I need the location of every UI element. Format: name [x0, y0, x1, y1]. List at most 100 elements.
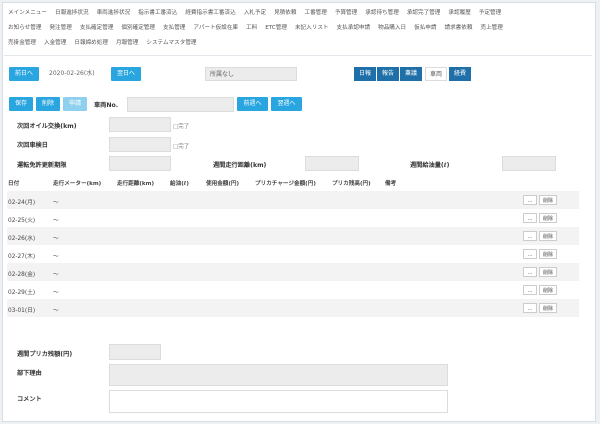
menu-item[interactable]: 支払管理: [159, 23, 189, 31]
return-reason-field[interactable]: [109, 364, 448, 386]
row-delete-button[interactable]: 削除: [539, 195, 557, 205]
menu-item[interactable]: 未記入リスト: [291, 23, 333, 31]
menu-item[interactable]: 承認履歴: [444, 8, 474, 16]
menu-item[interactable]: 入札予定: [240, 8, 270, 16]
prev-day-button[interactable]: 前日へ: [9, 67, 39, 81]
table-row: 02-29(土) 〜 ... 削除: [7, 281, 579, 299]
tab-report[interactable]: 報告: [377, 67, 399, 81]
menu-item[interactable]: お知らせ管理: [4, 23, 45, 31]
col-balance: プリカ残高(円): [332, 181, 371, 187]
menu-item[interactable]: システムマスタ管理: [142, 38, 200, 46]
row-meter[interactable]: 〜: [53, 251, 59, 260]
row-meter[interactable]: 〜: [53, 197, 59, 206]
row-meter[interactable]: 〜: [53, 305, 59, 314]
oil-change-done-checkbox[interactable]: □完了: [173, 122, 189, 130]
row-meter[interactable]: 〜: [53, 287, 59, 296]
col-amount: 使用金額(円): [206, 181, 240, 187]
apply-button[interactable]: 申請: [63, 97, 87, 111]
menu-item[interactable]: 支払確定管理: [76, 23, 118, 31]
row-detail-button[interactable]: ...: [523, 303, 537, 313]
row-meter[interactable]: 〜: [53, 215, 59, 224]
row-detail-button[interactable]: ...: [523, 231, 537, 241]
affiliation-field[interactable]: 所属なし: [205, 67, 297, 81]
row-detail-button[interactable]: ...: [523, 285, 537, 295]
menu-item[interactable]: 承認完了管理: [403, 8, 445, 16]
menu-item[interactable]: 支払承認申請: [333, 23, 375, 31]
table-row: 02-27(木) 〜 ... 削除: [7, 245, 579, 263]
row-date: 02-26(水): [8, 236, 36, 242]
row-delete-button[interactable]: 削除: [539, 267, 557, 277]
weekly-balance-label: 週間プリカ残額(円): [17, 351, 73, 358]
inspection-field[interactable]: [109, 137, 171, 152]
menu-item[interactable]: アパート仮設在庫: [189, 23, 242, 31]
row-date: 02-25(火): [8, 218, 36, 224]
weekly-distance-field: [305, 156, 359, 171]
vehicle-no-field[interactable]: [127, 97, 234, 112]
row-detail-button[interactable]: ...: [523, 195, 537, 205]
row-delete-button[interactable]: 削除: [539, 303, 557, 313]
col-charge: プリカチャージ金額(円): [255, 181, 316, 187]
row-detail-button[interactable]: ...: [523, 267, 537, 277]
oil-change-label: 次回オイル交換(km): [17, 123, 77, 130]
next-day-button[interactable]: 翌日へ: [111, 67, 141, 81]
delete-button[interactable]: 削除: [36, 97, 60, 111]
menu-item[interactable]: 予定管理: [475, 8, 505, 16]
date-field[interactable]: 2020-02-26(水): [45, 67, 109, 81]
table-row: 02-26(水) 〜 ... 削除: [7, 227, 579, 245]
row-date: 02-29(土): [8, 290, 36, 296]
comment-field[interactable]: [109, 390, 448, 413]
menu-item[interactable]: 見積依頼: [270, 8, 300, 16]
menu-item[interactable]: メインメニュー: [4, 8, 51, 16]
table-row: 02-24(月) 〜 ... 削除: [7, 191, 579, 209]
table-header: 日付 走行メーター(km) 走行距離(km) 給油(ℓ) 使用金額(円) プリカ…: [7, 176, 579, 191]
menu-item[interactable]: 物品購入日: [374, 23, 410, 31]
tab-approval[interactable]: 稟議: [400, 67, 422, 81]
license-field[interactable]: [109, 156, 171, 171]
tab-expense[interactable]: 経費: [449, 67, 471, 81]
menu-item[interactable]: 車両進捗状況: [93, 8, 135, 16]
return-reason-label: 部下理由: [17, 370, 42, 377]
row-delete-button[interactable]: 削除: [539, 249, 557, 259]
menu-item[interactable]: 個別確定管理: [117, 23, 159, 31]
menu-item[interactable]: 指示書工番済込: [134, 8, 181, 16]
row-date: 03-01(日): [8, 308, 36, 314]
menu-item[interactable]: 日報進捗状況: [51, 8, 93, 16]
weekly-fuel-label: 週間給油量(ℓ): [410, 162, 450, 169]
save-button[interactable]: 保存: [9, 97, 33, 111]
menu-item[interactable]: 月報管理: [112, 38, 142, 46]
next-week-button[interactable]: 翌週へ: [271, 97, 302, 111]
menu-item[interactable]: 工番管理: [300, 8, 330, 16]
row-delete-button[interactable]: 削除: [539, 213, 557, 223]
menu-item[interactable]: 発注管理: [45, 23, 75, 31]
vehicle-no-label: 車両No.: [94, 102, 119, 109]
row-detail-button[interactable]: ...: [523, 213, 537, 223]
menu-item[interactable]: 請求書依頼: [440, 23, 476, 31]
menu-item[interactable]: 入金管理: [40, 38, 70, 46]
table-row: 02-25(火) 〜 ... 削除: [7, 209, 579, 227]
menu-item[interactable]: ETC管理: [261, 23, 291, 31]
menu-item[interactable]: 売上管理: [476, 23, 506, 31]
menu-item[interactable]: 工料: [242, 23, 261, 31]
menu-item[interactable]: 売掛金管理: [4, 38, 40, 46]
col-meter: 走行メーター(km): [53, 181, 102, 187]
tab-vehicle[interactable]: 車両: [425, 67, 447, 81]
row-meter[interactable]: 〜: [53, 269, 59, 278]
row-delete-button[interactable]: 削除: [539, 231, 557, 241]
menu-item[interactable]: 予算管理: [331, 8, 361, 16]
menu-item[interactable]: 承認待ち管理: [361, 8, 403, 16]
row-detail-button[interactable]: ...: [523, 249, 537, 259]
inspection-done-checkbox[interactable]: □完了: [173, 142, 189, 150]
oil-change-field[interactable]: [109, 117, 171, 132]
main-menu: メインメニュー 日報進捗状況 車両進捗状況 指示書工番済込 経費指示書工番済込 入札予定見…: [4, 4, 592, 49]
row-meter[interactable]: 〜: [53, 233, 59, 242]
menu-item[interactable]: 仮払申請: [410, 23, 440, 31]
table-row: 02-28(金) 〜 ... 削除: [7, 263, 579, 281]
tab-daily[interactable]: 日報: [354, 67, 376, 81]
menu-item[interactable]: 経費指示書工番済込: [181, 8, 239, 16]
row-delete-button[interactable]: 削除: [539, 285, 557, 295]
comment-label: コメント: [17, 396, 42, 403]
row-date: 02-24(月): [8, 200, 36, 206]
inspection-label: 次回車検日: [17, 142, 48, 149]
prev-week-button[interactable]: 前週へ: [237, 97, 268, 111]
menu-item[interactable]: 日報締め処理: [70, 38, 112, 46]
